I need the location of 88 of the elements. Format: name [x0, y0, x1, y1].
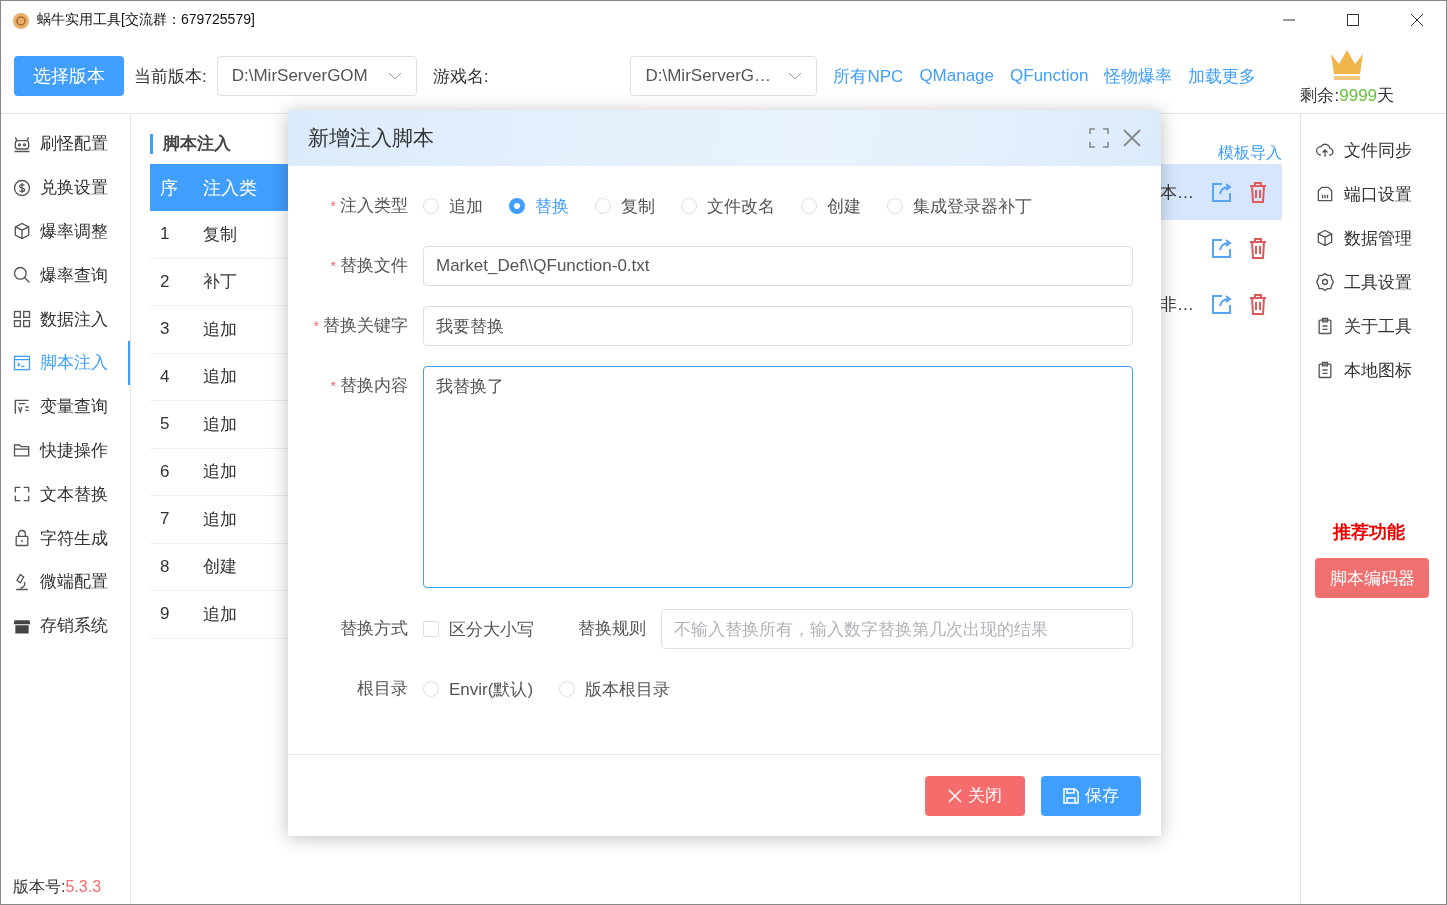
radio-option[interactable]: 追加: [423, 194, 483, 218]
dialog-title: 新增注入脚本: [308, 125, 435, 151]
keyword-input[interactable]: 我要替换: [423, 306, 1133, 346]
table-cell-text: 9: [159, 604, 171, 625]
table-cell-text: 3: [159, 319, 171, 340]
maximize-icon[interactable]: [1347, 14, 1359, 26]
sidebar-item[interactable]: 爆率查询: [1, 253, 130, 298]
table-cell-text: 复制: [202, 223, 238, 246]
game-label: 游戏名:: [432, 65, 489, 88]
fullscreen-icon[interactable]: [1089, 128, 1109, 148]
close-icon: [948, 788, 962, 803]
field-label: * 替换关键字: [312, 315, 409, 337]
menu-item[interactable]: 关于工具: [1315, 304, 1446, 348]
sidebar-item[interactable]: 存销系统: [1, 603, 130, 648]
recommend-title: 推荐功能: [1332, 521, 1406, 544]
box-icon: [12, 221, 32, 242]
table-cell: 非…: [1160, 294, 1194, 314]
table-cell-text: 补丁: [202, 271, 238, 294]
version-label: 当前版本:: [134, 65, 207, 88]
edit-icon[interactable]: [1210, 236, 1234, 260]
sidebar-item[interactable]: 变量查询: [1, 384, 130, 429]
table-cell-text: 1: [159, 224, 171, 245]
edit-icon[interactable]: [1210, 180, 1234, 204]
edit-icon[interactable]: [1210, 292, 1234, 316]
chevron-down-icon: [387, 72, 402, 80]
delete-icon[interactable]: [1248, 181, 1268, 203]
field-label: * 替换内容: [329, 375, 409, 397]
sidebar-item[interactable]: 兑换设置: [1, 165, 130, 210]
settings-icon: [1315, 272, 1335, 292]
qr-grid-icon: [12, 309, 32, 330]
radio-option[interactable]: 复制: [595, 194, 655, 218]
sidebar-item[interactable]: 爆率调整: [1, 209, 130, 254]
close-icon[interactable]: [1411, 14, 1423, 26]
table-cell-text: 追加: [202, 603, 238, 626]
table-cell-text: 追加: [202, 318, 238, 341]
delete-icon[interactable]: [1248, 293, 1268, 315]
delete-icon[interactable]: [1248, 237, 1268, 259]
table-cell-text: 4: [159, 366, 171, 387]
menu-item[interactable]: 端口设置: [1315, 172, 1446, 216]
table-cell-text: 7: [159, 509, 171, 530]
file-input[interactable]: Market_Def\\QFunction-0.txt: [423, 246, 1133, 286]
table-cell-text: 追加: [202, 413, 238, 436]
table-cell-text: 6: [159, 461, 171, 482]
version-number: 版本号:5.3.3: [12, 877, 103, 897]
remaining-days: 剩余:9999天: [1300, 83, 1395, 107]
field-label: 替换规则: [577, 618, 647, 640]
field-label: * 注入类型: [329, 195, 409, 217]
sidebar-item[interactable]: 微端配置: [1, 559, 130, 604]
snail-icon: [11, 10, 31, 30]
radio-option[interactable]: 创建: [801, 194, 861, 218]
table-header: 序 注入类: [150, 164, 288, 211]
box-icon: [1315, 228, 1335, 248]
table-cell-text: 创建: [202, 556, 238, 579]
game-select[interactable]: D:\MirServerG…: [630, 56, 818, 96]
dollar-icon: [12, 177, 32, 198]
sidebar-item[interactable]: 数据注入: [1, 297, 130, 341]
save-icon: [1063, 787, 1079, 804]
menu-item[interactable]: 工具设置: [1315, 260, 1446, 304]
sidebar-item[interactable]: 文本替换: [1, 472, 130, 517]
menu-item[interactable]: 数据管理: [1315, 216, 1446, 260]
version-select[interactable]: D:\MirServerGOM: [216, 56, 417, 96]
radio-option[interactable]: 文件改名: [681, 194, 775, 218]
case-checkbox[interactable]: 区分大小写: [423, 609, 534, 649]
table-cell-text: 追加: [202, 508, 238, 531]
port-icon: [1315, 184, 1335, 204]
table-row[interactable]: 本…: [1160, 164, 1282, 220]
sidebar-item[interactable]: 刷怪配置: [1, 122, 130, 166]
table-cell-text: 追加: [202, 366, 238, 389]
table-cell-text: 2: [159, 271, 171, 292]
chevron-down-icon: [788, 72, 803, 80]
radio-option[interactable]: 集成登录器补丁: [887, 194, 1032, 218]
field-label: 替换方式: [339, 618, 409, 640]
radio-option[interactable]: Envir(默认): [423, 677, 534, 701]
radio-option[interactable]: 版本根目录: [559, 677, 671, 701]
sidebar-item[interactable]: 快捷操作: [1, 428, 130, 473]
window-title: 蜗牛实用工具[交流群：679725579]: [37, 11, 256, 29]
field-label: 根目录: [356, 678, 409, 700]
table-cell-text: 8: [159, 556, 171, 577]
sidebar-item[interactable]: 字符生成: [1, 516, 130, 560]
content-textarea[interactable]: 我替换了: [423, 366, 1133, 588]
table-row[interactable]: 非…: [1160, 276, 1282, 332]
menu-item[interactable]: 本地图标: [1315, 348, 1446, 392]
table-cell-text: 追加: [202, 461, 238, 484]
menu-item[interactable]: 文件同步: [1315, 128, 1446, 172]
field-label: * 替换文件: [329, 255, 409, 277]
section-title: 脚本注入: [150, 134, 231, 154]
table-cell-text: 5: [159, 414, 171, 435]
table-cell: 本…: [1160, 182, 1194, 202]
